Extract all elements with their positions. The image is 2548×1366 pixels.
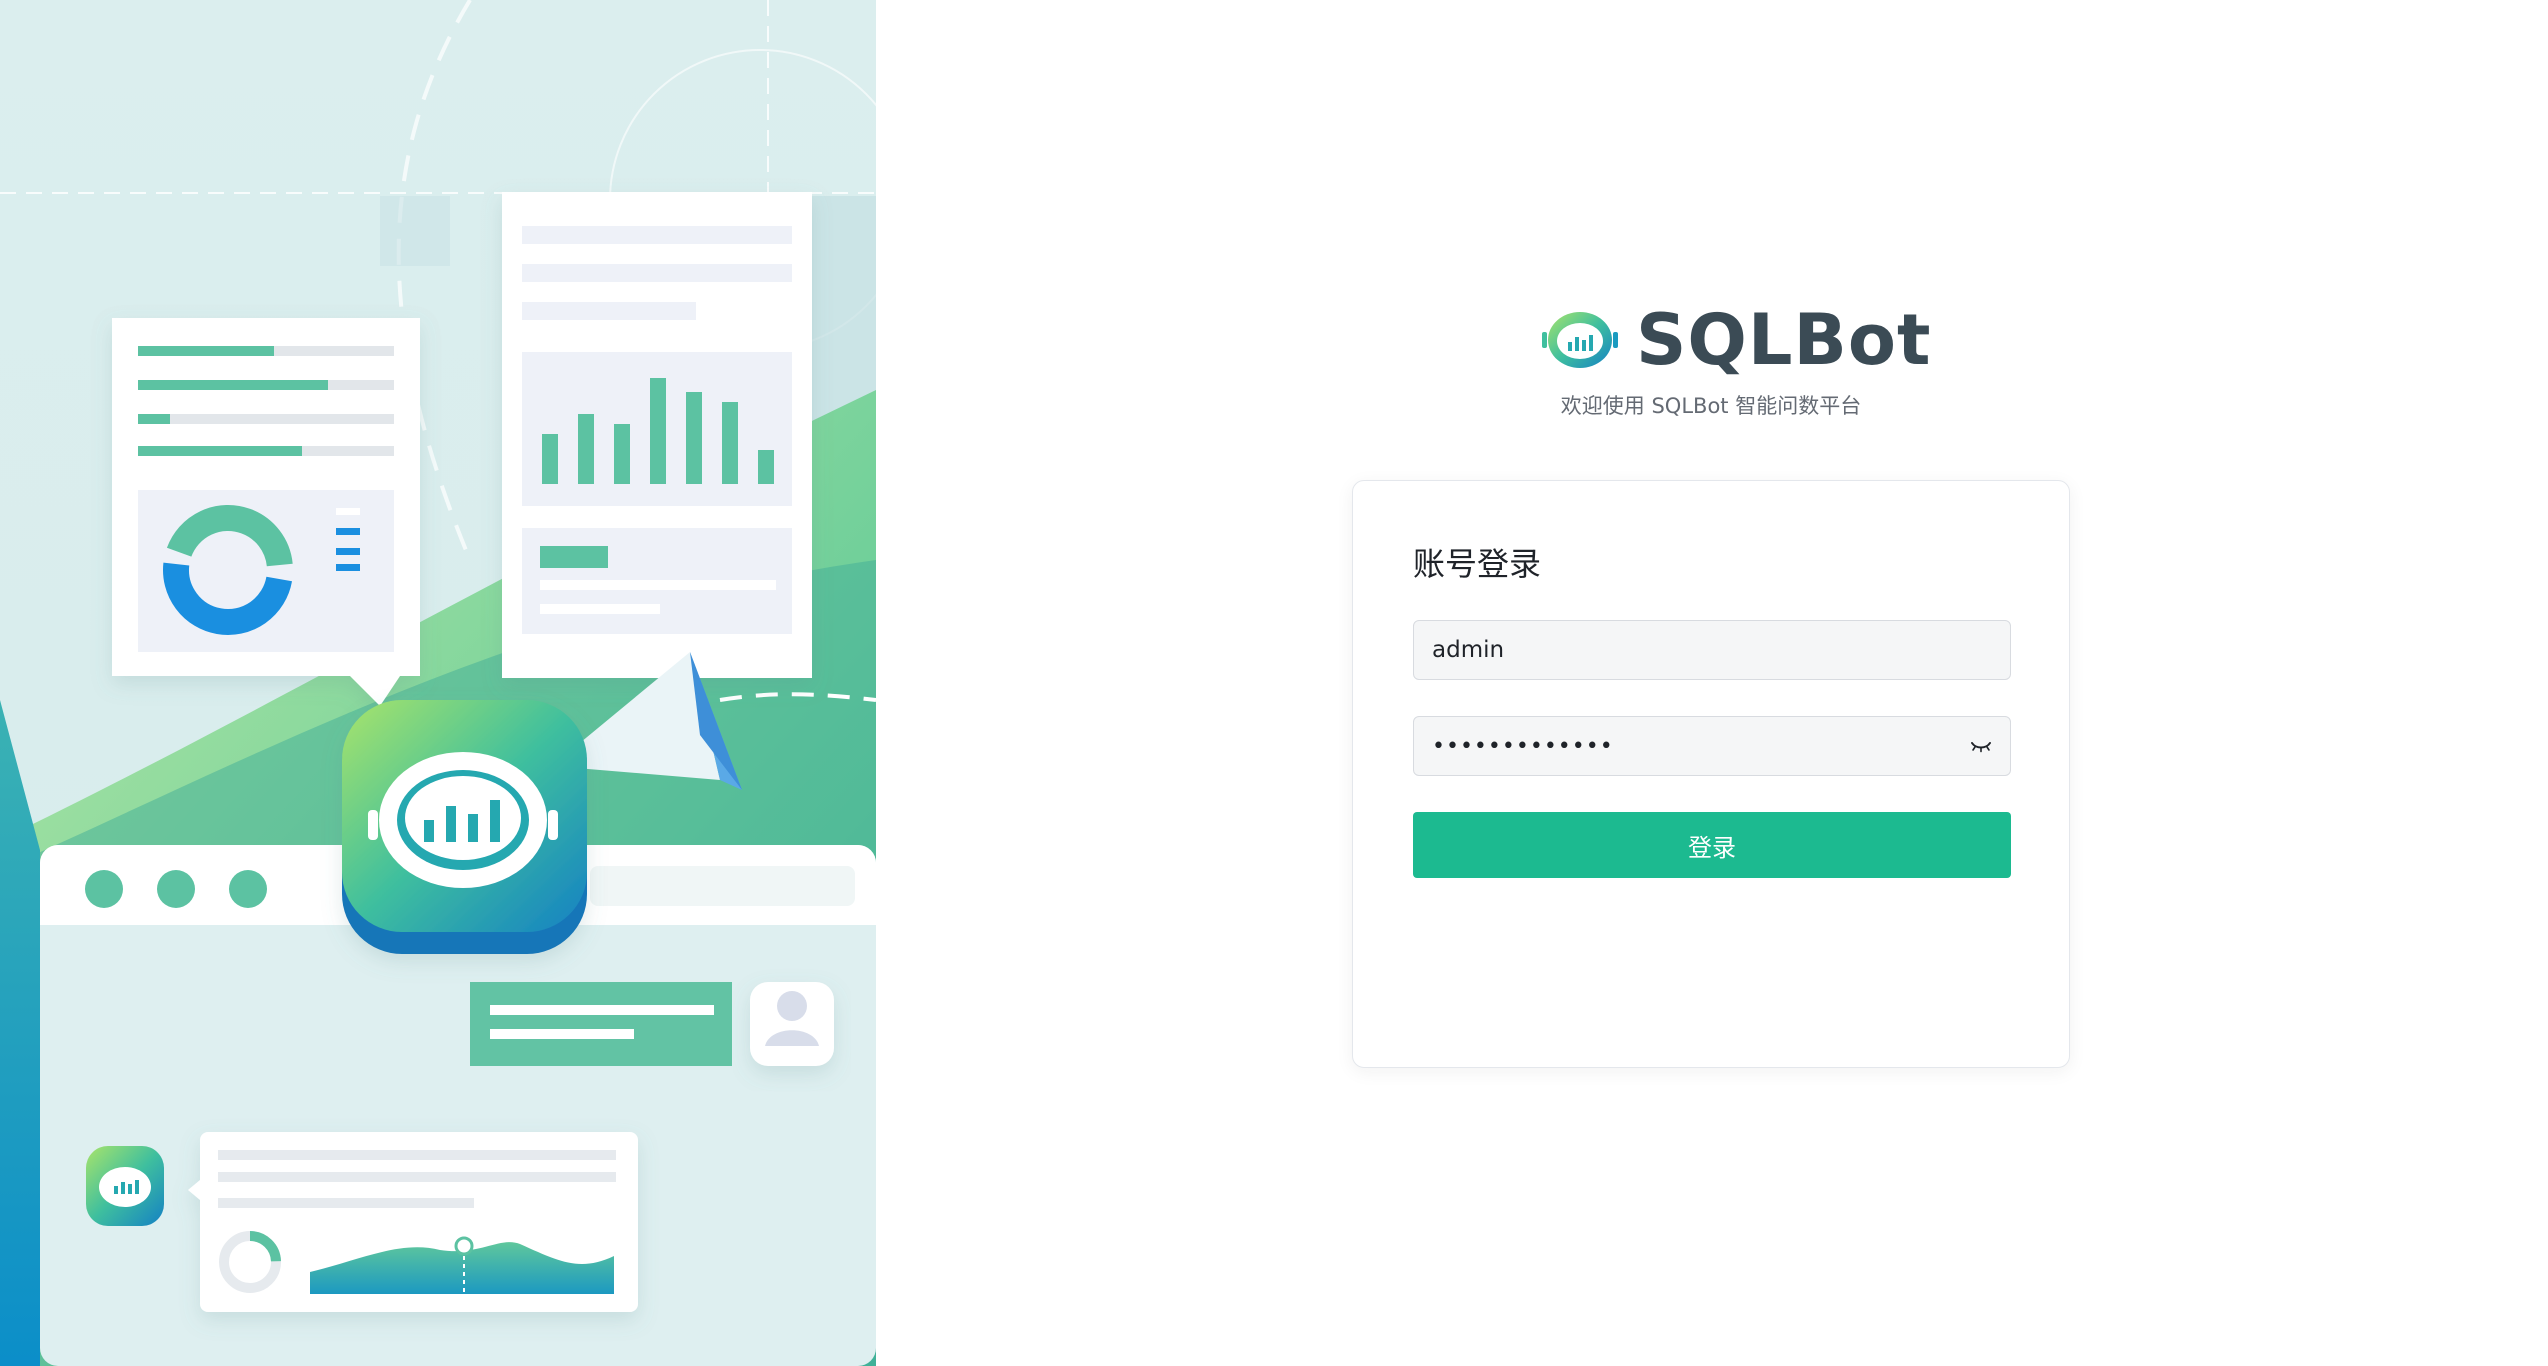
eye-closed-icon[interactable] <box>1970 739 1992 753</box>
illustration-art <box>0 0 876 1366</box>
username-field[interactable]: admin <box>1413 620 2011 680</box>
brand-header: SQLBot <box>1540 299 1932 381</box>
brand-subtitle: 欢迎使用 SQLBot 智能问数平台 <box>1560 394 1862 418</box>
login-button[interactable]: 登录 <box>1413 812 2011 878</box>
login-card: 账号登录 admin ••••••••••••• 登录 <box>1352 480 2070 1068</box>
password-field[interactable]: ••••••••••••• <box>1413 716 2011 776</box>
robot-chart-icon <box>1542 312 1618 368</box>
brand-name: SQLBot <box>1636 299 1932 381</box>
login-illustration <box>0 0 876 1366</box>
password-input-value[interactable]: ••••••••••••• <box>1432 734 1970 759</box>
login-title: 账号登录 <box>1413 545 1542 583</box>
username-input-value[interactable]: admin <box>1432 637 1992 663</box>
